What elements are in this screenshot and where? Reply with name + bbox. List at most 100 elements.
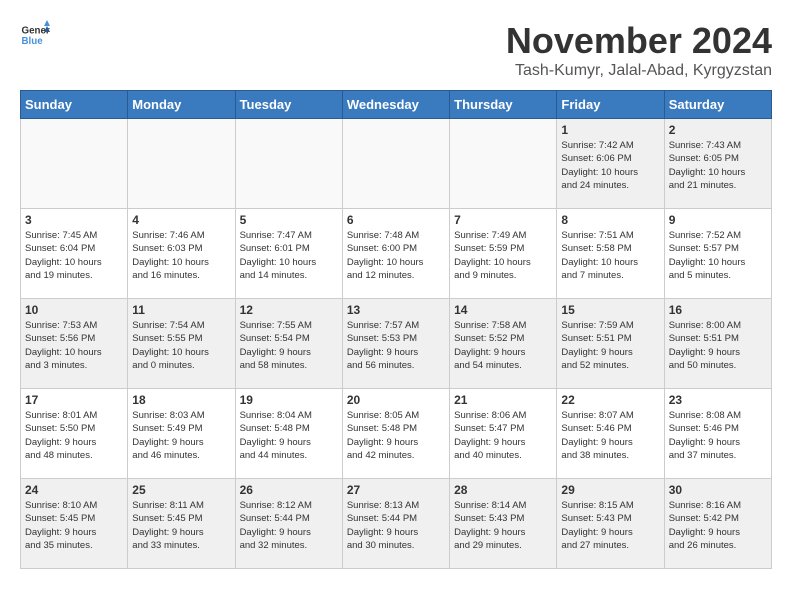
day-info: Sunrise: 7:45 AM Sunset: 6:04 PM Dayligh… (25, 229, 123, 282)
calendar-cell: 2 Sunrise: 7:43 AM Sunset: 6:05 PM Daylig… (664, 119, 771, 209)
calendar-cell: 3 Sunrise: 7:45 AM Sunset: 6:04 PM Daylig… (21, 209, 128, 299)
day-number: 29 (561, 483, 659, 497)
calendar-cell (450, 119, 557, 209)
calendar-week-row: 17 Sunrise: 8:01 AM Sunset: 5:50 PM Dayli… (21, 389, 772, 479)
day-number: 20 (347, 393, 445, 407)
weekday-header-thursday: Thursday (450, 91, 557, 119)
day-info: Sunrise: 7:59 AM Sunset: 5:51 PM Dayligh… (561, 319, 659, 372)
day-number: 25 (132, 483, 230, 497)
calendar-cell: 27Sunrise: 8:13 AM Sunset: 5:44 PM Dayli… (342, 479, 449, 569)
logo-icon: General Blue (20, 20, 50, 50)
calendar-cell: 4Sunrise: 7:46 AM Sunset: 6:03 PM Daylig… (128, 209, 235, 299)
day-info: Sunrise: 7:51 AM Sunset: 5:58 PM Dayligh… (561, 229, 659, 282)
day-info: Sunrise: 8:13 AM Sunset: 5:44 PM Dayligh… (347, 499, 445, 552)
day-info: Sunrise: 7:43 AM Sunset: 6:05 PM Dayligh… (669, 139, 767, 192)
calendar-week-row: 24Sunrise: 8:10 AM Sunset: 5:45 PM Dayli… (21, 479, 772, 569)
day-number: 4 (132, 213, 230, 227)
day-info: Sunrise: 8:05 AM Sunset: 5:48 PM Dayligh… (347, 409, 445, 462)
day-info: Sunrise: 8:07 AM Sunset: 5:46 PM Dayligh… (561, 409, 659, 462)
day-info: Sunrise: 8:06 AM Sunset: 5:47 PM Dayligh… (454, 409, 552, 462)
calendar-cell: 17 Sunrise: 8:01 AM Sunset: 5:50 PM Dayli… (21, 389, 128, 479)
day-number: 13 (347, 303, 445, 317)
day-info: Sunrise: 7:58 AM Sunset: 5:52 PM Dayligh… (454, 319, 552, 372)
calendar-cell: 12 Sunrise: 7:55 AM Sunset: 5:54 PM Dayli… (235, 299, 342, 389)
calendar-cell: 18 Sunrise: 8:03 AM Sunset: 5:49 PM Dayli… (128, 389, 235, 479)
day-number: 1 (561, 123, 659, 137)
calendar-table: SundayMondayTuesdayWednesdayThursdayFrid… (20, 90, 772, 569)
weekday-header-sunday: Sunday (21, 91, 128, 119)
day-number: 7 (454, 213, 552, 227)
day-info: Sunrise: 8:15 AM Sunset: 5:43 PM Dayligh… (561, 499, 659, 552)
calendar-cell: 22 Sunrise: 8:07 AM Sunset: 5:46 PM Dayli… (557, 389, 664, 479)
day-info: Sunrise: 8:00 AM Sunset: 5:51 PM Dayligh… (669, 319, 767, 372)
day-info: Sunrise: 7:53 AM Sunset: 5:56 PM Dayligh… (25, 319, 123, 372)
calendar-cell: 10 Sunrise: 7:53 AM Sunset: 5:56 PM Dayli… (21, 299, 128, 389)
calendar-cell: 14 Sunrise: 7:58 AM Sunset: 5:52 PM Dayli… (450, 299, 557, 389)
calendar-cell (21, 119, 128, 209)
calendar-cell: 25 Sunrise: 8:11 AM Sunset: 5:45 PM Dayli… (128, 479, 235, 569)
day-number: 8 (561, 213, 659, 227)
day-number: 12 (240, 303, 338, 317)
svg-text:Blue: Blue (22, 36, 44, 47)
day-info: Sunrise: 8:01 AM Sunset: 5:50 PM Dayligh… (25, 409, 123, 462)
calendar-cell: 20 Sunrise: 8:05 AM Sunset: 5:48 PM Dayli… (342, 389, 449, 479)
day-info: Sunrise: 7:42 AM Sunset: 6:06 PM Dayligh… (561, 139, 659, 192)
calendar-body: 1 Sunrise: 7:42 AM Sunset: 6:06 PM Daylig… (21, 119, 772, 569)
day-number: 22 (561, 393, 659, 407)
day-info: Sunrise: 7:55 AM Sunset: 5:54 PM Dayligh… (240, 319, 338, 372)
calendar-cell: 9 Sunrise: 7:52 AM Sunset: 5:57 PM Daylig… (664, 209, 771, 299)
day-number: 18 (132, 393, 230, 407)
calendar-cell: 29 Sunrise: 8:15 AM Sunset: 5:43 PM Dayli… (557, 479, 664, 569)
day-number: 16 (669, 303, 767, 317)
day-number: 2 (669, 123, 767, 137)
day-number: 23 (669, 393, 767, 407)
day-info: Sunrise: 8:12 AM Sunset: 5:44 PM Dayligh… (240, 499, 338, 552)
calendar-cell (128, 119, 235, 209)
calendar-cell: 6Sunrise: 7:48 AM Sunset: 6:00 PM Daylig… (342, 209, 449, 299)
day-info: Sunrise: 7:47 AM Sunset: 6:01 PM Dayligh… (240, 229, 338, 282)
day-info: Sunrise: 8:16 AM Sunset: 5:42 PM Dayligh… (669, 499, 767, 552)
weekday-header-saturday: Saturday (664, 91, 771, 119)
calendar-cell: 30 Sunrise: 8:16 AM Sunset: 5:42 PM Dayli… (664, 479, 771, 569)
calendar-week-row: 1 Sunrise: 7:42 AM Sunset: 6:06 PM Daylig… (21, 119, 772, 209)
calendar-cell: 21 Sunrise: 8:06 AM Sunset: 5:47 PM Dayli… (450, 389, 557, 479)
day-info: Sunrise: 8:14 AM Sunset: 5:43 PM Dayligh… (454, 499, 552, 552)
location-title: Tash-Kumyr, Jalal-Abad, Kyrgyzstan (506, 62, 772, 80)
calendar-cell: 28Sunrise: 8:14 AM Sunset: 5:43 PM Dayli… (450, 479, 557, 569)
calendar-week-row: 10 Sunrise: 7:53 AM Sunset: 5:56 PM Dayli… (21, 299, 772, 389)
day-number: 15 (561, 303, 659, 317)
day-number: 3 (25, 213, 123, 227)
calendar-cell: 5Sunrise: 7:47 AM Sunset: 6:01 PM Daylig… (235, 209, 342, 299)
day-number: 9 (669, 213, 767, 227)
logo: General Blue (20, 20, 50, 50)
calendar-cell (235, 119, 342, 209)
day-info: Sunrise: 8:11 AM Sunset: 5:45 PM Dayligh… (132, 499, 230, 552)
weekday-header-wednesday: Wednesday (342, 91, 449, 119)
page-header: General Blue November 2024 Tash-Kumyr, J… (20, 20, 772, 80)
weekday-header-row: SundayMondayTuesdayWednesdayThursdayFrid… (21, 91, 772, 119)
calendar-cell: 26 Sunrise: 8:12 AM Sunset: 5:44 PM Dayli… (235, 479, 342, 569)
day-number: 19 (240, 393, 338, 407)
calendar-cell: 19 Sunrise: 8:04 AM Sunset: 5:48 PM Dayli… (235, 389, 342, 479)
day-info: Sunrise: 8:03 AM Sunset: 5:49 PM Dayligh… (132, 409, 230, 462)
day-info: Sunrise: 8:08 AM Sunset: 5:46 PM Dayligh… (669, 409, 767, 462)
day-number: 30 (669, 483, 767, 497)
day-number: 21 (454, 393, 552, 407)
day-number: 17 (25, 393, 123, 407)
calendar-cell: 23 Sunrise: 8:08 AM Sunset: 5:46 PM Dayli… (664, 389, 771, 479)
month-title: November 2024 (506, 20, 772, 62)
calendar-cell: 8 Sunrise: 7:51 AM Sunset: 5:58 PM Daylig… (557, 209, 664, 299)
day-info: Sunrise: 7:52 AM Sunset: 5:57 PM Dayligh… (669, 229, 767, 282)
day-number: 14 (454, 303, 552, 317)
day-number: 11 (132, 303, 230, 317)
calendar-cell: 11Sunrise: 7:54 AM Sunset: 5:55 PM Dayli… (128, 299, 235, 389)
title-section: November 2024 Tash-Kumyr, Jalal-Abad, Ky… (506, 20, 772, 80)
calendar-cell: 1 Sunrise: 7:42 AM Sunset: 6:06 PM Daylig… (557, 119, 664, 209)
calendar-cell: 7Sunrise: 7:49 AM Sunset: 5:59 PM Daylig… (450, 209, 557, 299)
calendar-cell (342, 119, 449, 209)
day-info: Sunrise: 8:04 AM Sunset: 5:48 PM Dayligh… (240, 409, 338, 462)
day-number: 10 (25, 303, 123, 317)
calendar-cell: 13Sunrise: 7:57 AM Sunset: 5:53 PM Dayli… (342, 299, 449, 389)
day-number: 24 (25, 483, 123, 497)
day-number: 26 (240, 483, 338, 497)
